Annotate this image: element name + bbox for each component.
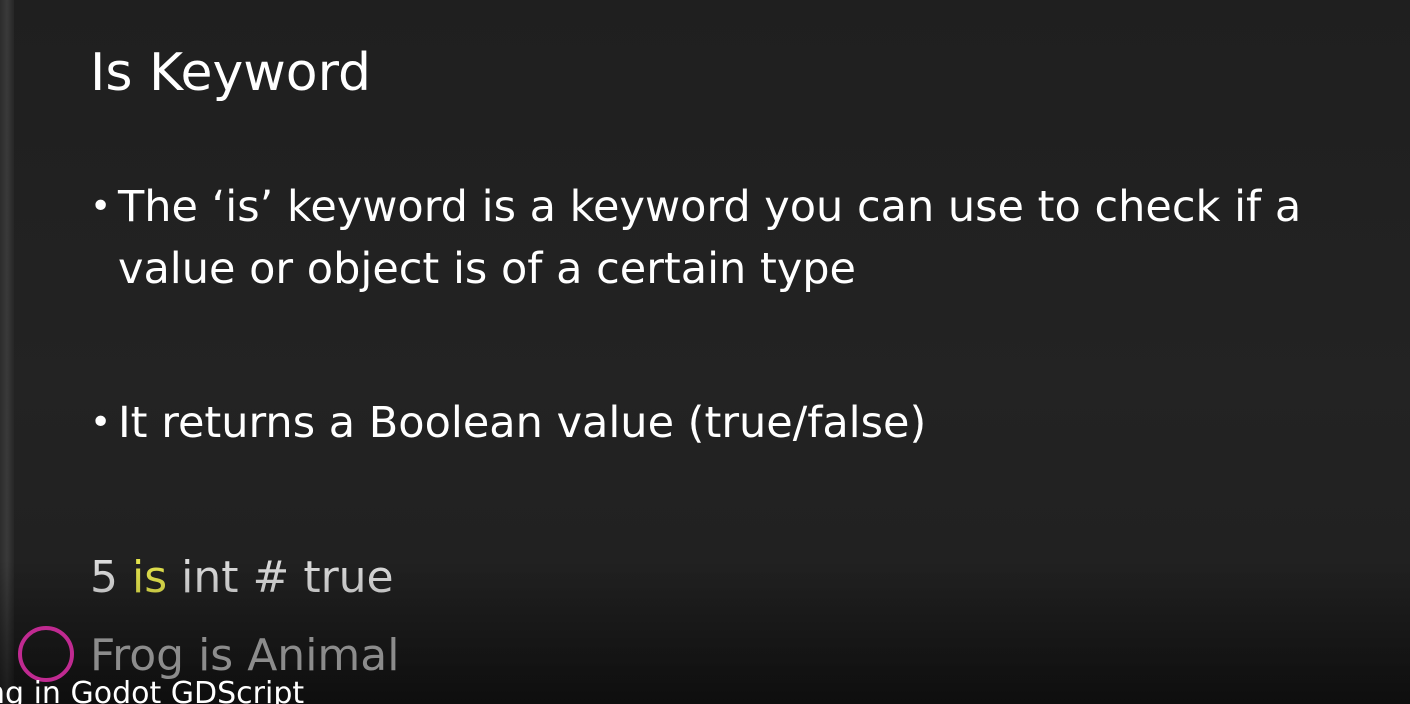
bullet-1-line-1: The ‘is’ keyword is a keyword you can us… [118,182,1302,232]
slide-title: Is Keyword [90,43,372,103]
cursor-ring-icon [18,626,74,682]
bullet-2-line-1: It returns a Boolean value (true/false) [118,398,927,448]
code-example-1-suffix: int # true [167,552,394,603]
code-example-1-prefix: 5 [90,552,132,603]
video-title-overlay: ng in Godot GDScript [0,676,305,704]
is-keyword-highlight: is [131,552,168,603]
bullet-text-2: It returns a Boolean value (true/false) [118,392,926,454]
bullet-dot-icon: • [90,402,112,443]
bullet-dot-icon: • [90,186,112,227]
bullet-1-line-2: value or object is of a certain type [118,244,857,294]
presentation-slide: Is Keyword • The ‘is’ keyword is a keywo… [0,0,1410,704]
left-edge-border [0,0,14,704]
bullet-text-1: The ‘is’ keyword is a keyword you can us… [118,176,1301,300]
code-example-1: 5 is int # true [90,546,394,610]
